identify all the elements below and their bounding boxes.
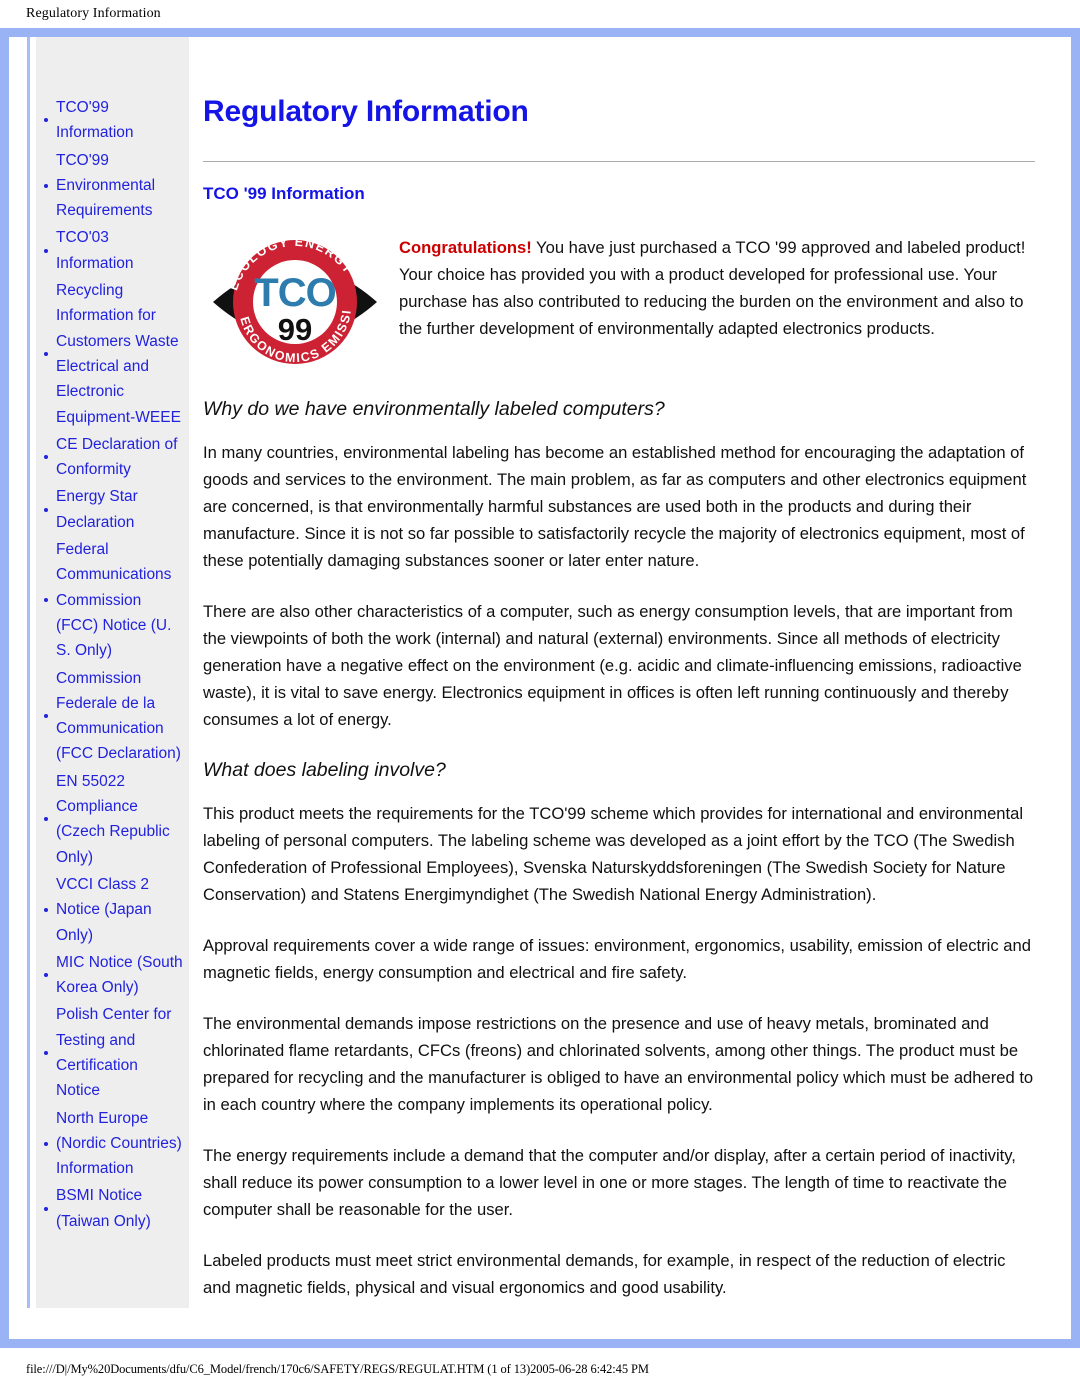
sidebar-link-label[interactable]: TCO'99 Information bbox=[56, 99, 134, 141]
main-content-body: Regulatory Information TCO '99 Informati… bbox=[203, 37, 1055, 1301]
sidebar-link-label[interactable]: TCO'03 Information bbox=[56, 229, 134, 271]
svg-text:99: 99 bbox=[278, 312, 312, 347]
running-head: Regulatory Information bbox=[0, 0, 1080, 28]
sub-heading-why-labeled: Why do we have environmentally labeled c… bbox=[203, 398, 665, 420]
bullet-icon bbox=[44, 598, 48, 603]
sidebar-panel: TCO'99 Information TCO'99 Environmental … bbox=[36, 37, 189, 1308]
svg-text:TCO: TCO bbox=[254, 271, 335, 315]
paragraph-4: Approval requirements cover a wide range… bbox=[203, 936, 1031, 982]
page-footer: file:///D|/My%20Documents/dfu/C6_Model/f… bbox=[0, 1348, 1080, 1397]
sidebar-item-ce-declaration[interactable]: CE Declaration of Conformity bbox=[40, 432, 185, 483]
bullet-icon bbox=[44, 1206, 48, 1211]
logo-cell: ECOLOGY ENERGY ERGONOMICS EMISSIONS TCO … bbox=[203, 230, 399, 372]
sidebar-link-label[interactable]: CE Declaration of Conformity bbox=[56, 436, 177, 478]
sub-heading-what-labeling: What does labeling involve? bbox=[203, 759, 446, 781]
page-inner: TCO'99 Information TCO'99 Environmental … bbox=[9, 37, 1071, 1339]
intro-block: ECOLOGY ENERGY ERGONOMICS EMISSIONS TCO … bbox=[203, 230, 1035, 372]
sidebar-link-label[interactable]: TCO'99 Environmental Requirements bbox=[56, 152, 155, 220]
sidebar-navigation: TCO'99 Information TCO'99 Environmental … bbox=[9, 37, 189, 1339]
bullet-icon bbox=[44, 714, 48, 719]
paragraph-1: In many countries, environmental labelin… bbox=[203, 443, 1027, 570]
tco-99-certification-logo: ECOLOGY ENERGY ERGONOMICS EMISSIONS TCO … bbox=[203, 232, 377, 365]
bullet-icon bbox=[44, 907, 48, 912]
bullet-icon bbox=[44, 118, 48, 123]
sidebar-link-label[interactable]: VCCI Class 2 Notice (Japan Only) bbox=[56, 876, 152, 944]
sidebar-divider-rule bbox=[27, 37, 30, 1308]
bullet-icon bbox=[44, 1141, 48, 1146]
bullet-icon bbox=[44, 973, 48, 978]
sidebar-link-label[interactable]: Federal Communications Commission (FCC) … bbox=[56, 541, 171, 659]
sidebar-item-en55022-compliance[interactable]: EN 55022 Compliance (Czech Republic Only… bbox=[40, 769, 185, 870]
sidebar-link-label[interactable]: Recycling Information for Customers Wast… bbox=[56, 282, 181, 425]
sidebar-item-vcci-class2-notice[interactable]: VCCI Class 2 Notice (Japan Only) bbox=[40, 872, 185, 948]
sidebar-item-bsmi-notice[interactable]: BSMI Notice (Taiwan Only) bbox=[40, 1183, 185, 1234]
paragraph-6: The energy requirements include a demand… bbox=[203, 1146, 1016, 1219]
paragraph-7: Labeled products must meet strict enviro… bbox=[203, 1251, 1006, 1297]
bullet-icon bbox=[44, 455, 48, 460]
bullet-icon bbox=[44, 183, 48, 188]
sidebar-link-label[interactable]: EN 55022 Compliance (Czech Republic Only… bbox=[56, 773, 170, 866]
sidebar-item-tco99-information[interactable]: TCO'99 Information bbox=[40, 95, 185, 146]
sidebar-item-tco99-environmental-requirements[interactable]: TCO'99 Environmental Requirements bbox=[40, 148, 185, 224]
sidebar-link-label[interactable]: MIC Notice (South Korea Only) bbox=[56, 954, 183, 996]
sidebar-item-polish-center-notice[interactable]: Polish Center for Testing and Certificat… bbox=[40, 1002, 185, 1103]
paragraph-3: This product meets the requirements for … bbox=[203, 804, 1024, 904]
paragraph-2: There are also other characteristics of … bbox=[203, 602, 1022, 729]
sidebar-link-label[interactable]: BSMI Notice (Taiwan Only) bbox=[56, 1187, 151, 1229]
sidebar-link-label[interactable]: Polish Center for Testing and Certificat… bbox=[56, 1006, 171, 1099]
sidebar-link-list: TCO'99 Information TCO'99 Environmental … bbox=[40, 95, 185, 1234]
sidebar-item-fcc-notice[interactable]: Federal Communications Commission (FCC) … bbox=[40, 537, 185, 663]
congratulations-lead: Congratulations! bbox=[399, 238, 532, 257]
section-title: TCO '99 Information bbox=[203, 184, 365, 203]
bullet-icon bbox=[44, 817, 48, 822]
page-title: Regulatory Information bbox=[203, 95, 529, 128]
sidebar-link-label[interactable]: North Europe (Nordic Countries) Informat… bbox=[56, 1110, 182, 1178]
sidebar-item-commission-federale[interactable]: Commission Federale de la Communication … bbox=[40, 666, 185, 767]
sidebar-item-tco03-information[interactable]: TCO'03 Information bbox=[40, 225, 185, 276]
sidebar-link-label[interactable]: Energy Star Declaration bbox=[56, 488, 138, 530]
paragraph-5: The environmental demands impose restric… bbox=[203, 1014, 1034, 1114]
title-divider bbox=[203, 161, 1035, 162]
sidebar-item-energy-star-declaration[interactable]: Energy Star Declaration bbox=[40, 484, 185, 535]
page-frame: TCO'99 Information TCO'99 Environmental … bbox=[0, 28, 1080, 1348]
bullet-icon bbox=[44, 507, 48, 512]
intro-paragraph: Congratulations! You have just purchased… bbox=[399, 230, 1035, 342]
sidebar-item-recycling-information[interactable]: Recycling Information for Customers Wast… bbox=[40, 278, 185, 430]
sidebar-item-mic-notice[interactable]: MIC Notice (South Korea Only) bbox=[40, 950, 185, 1001]
main-content: Regulatory Information TCO '99 Informati… bbox=[189, 37, 1071, 1339]
bullet-icon bbox=[44, 1050, 48, 1055]
bullet-icon bbox=[44, 248, 48, 253]
sidebar-item-north-europe-information[interactable]: North Europe (Nordic Countries) Informat… bbox=[40, 1106, 185, 1182]
bullet-icon bbox=[44, 351, 48, 356]
sidebar-link-label[interactable]: Commission Federale de la Communication … bbox=[56, 670, 181, 763]
